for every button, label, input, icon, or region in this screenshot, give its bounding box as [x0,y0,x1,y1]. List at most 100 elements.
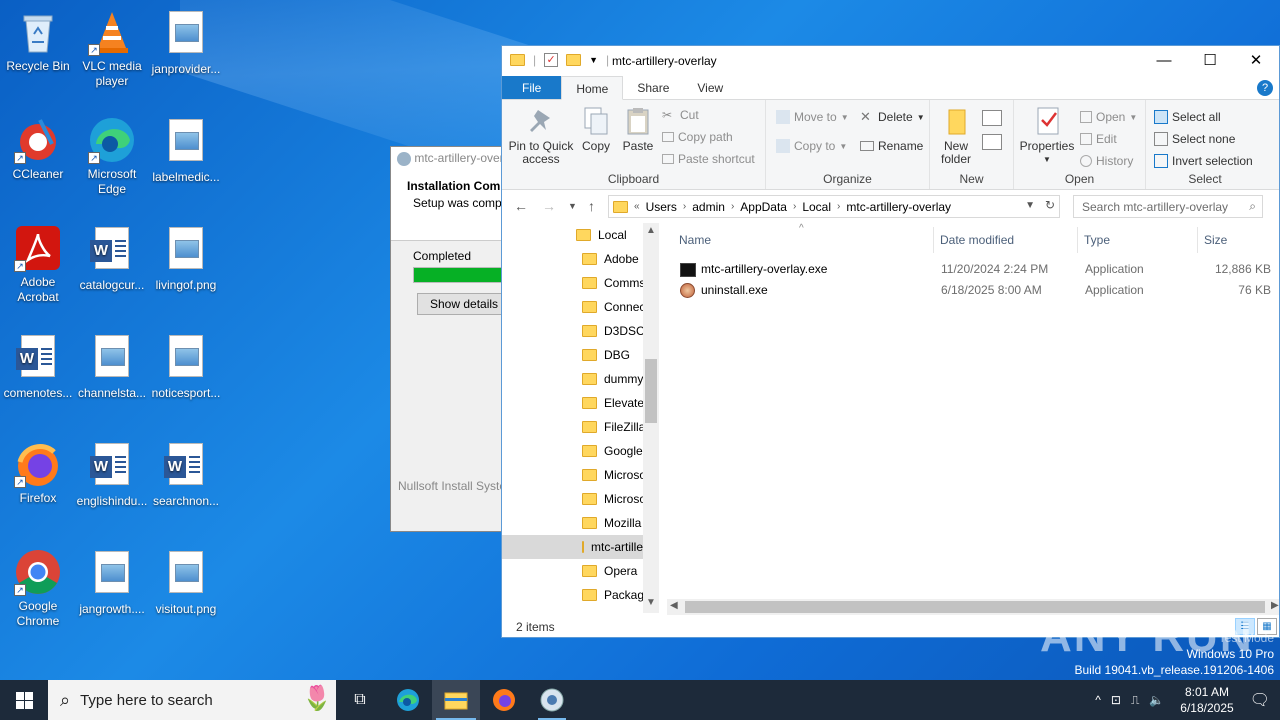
tab-share[interactable]: Share [623,76,683,99]
desktop-icon-comenotes[interactable]: W comenotes... [0,332,76,401]
nav-scrollbar[interactable]: ▲ ▼ [643,223,659,613]
column-header-type[interactable]: Type [1084,233,1110,249]
tab-file[interactable]: File [502,76,562,99]
maximize-button[interactable]: ☐ [1187,46,1233,76]
desktop-icon-englishindu[interactable]: W englishindu... [74,440,150,509]
scroll-down-arrow-icon[interactable]: ▼ [646,597,656,608]
taskbar-edge-icon[interactable] [384,680,432,720]
sidebar-item-folder[interactable]: Adobe [582,247,639,271]
address-overflow[interactable]: « [634,201,640,212]
properties-check-icon[interactable]: ✓ [544,53,559,67]
paste-shortcut-button[interactable]: Paste shortcut [662,152,755,166]
column-header-name[interactable]: Name [679,233,711,249]
taskbar-installer-icon[interactable] [528,680,576,720]
sidebar-item-folder[interactable]: FileZilla [582,415,645,439]
desktop-icon-acrobat[interactable]: ↗ Adobe Acrobat [0,224,76,305]
sidebar-item-folder[interactable]: Google [582,439,643,463]
easy-access-icon[interactable] [982,134,1002,150]
tab-home[interactable]: Home [561,76,624,100]
search-box[interactable]: Search mtc-artillery-overlay ⌕ [1073,195,1263,218]
address-dropdown-chevron-icon[interactable]: ▼ [1025,200,1035,211]
desktop-icon-vlc[interactable]: ↗ VLC media player [74,8,150,89]
desktop-icon-searchnon[interactable]: W searchnon... [148,440,224,509]
copy-to-button[interactable]: Copy to ▼ [776,139,847,153]
crumb-mtc-artillery-overlay[interactable]: mtc-artillery-overlay [846,200,951,214]
history-button[interactable]: History [1080,154,1133,168]
crumb-users[interactable]: Users [646,200,677,214]
edit-button[interactable]: Edit [1080,132,1117,146]
installer-titlebar[interactable]: mtc-artillery-overlay [391,147,509,171]
customize-qat-chevron-icon[interactable]: ▼ [589,55,598,65]
column-header-date[interactable]: Date modified [940,233,1014,249]
paste-button[interactable]: Paste [618,106,658,153]
cut-button[interactable]: ✂ Cut [662,108,699,122]
desktop-icon-firefox[interactable]: ↗ Firefox [0,440,76,506]
delete-button[interactable]: ✕ Delete ▼ [860,110,925,125]
refresh-icon[interactable]: ↻ [1045,198,1055,212]
task-view-icon[interactable]: ⧉ [336,680,384,720]
scroll-up-arrow-icon[interactable]: ▲ [646,225,656,236]
column-header-size[interactable]: Size [1204,233,1227,249]
explorer-window[interactable]: | ✓ ▼ | mtc-artillery-overlay — ☐ ✕ File… [501,45,1280,638]
show-details-button[interactable]: Show details [417,293,507,315]
desktop-icon-ccleaner[interactable]: ↗ CCleaner [0,116,76,182]
help-icon[interactable]: ? [1257,80,1273,96]
forward-arrow-icon[interactable]: → [542,198,556,214]
crumb-appdata[interactable]: AppData [740,200,787,214]
desktop-icon-janprovider[interactable]: janprovider... [148,8,224,77]
sidebar-item-folder[interactable]: dummy [582,367,643,391]
crumb-separator-icon[interactable]: › [793,201,796,212]
volume-icon[interactable]: 🔈 [1149,693,1164,707]
start-button[interactable] [0,680,48,720]
nav-scroll-thumb[interactable] [645,359,657,423]
up-arrow-icon[interactable]: ↑ [588,198,595,214]
select-all-button[interactable]: Select all [1154,110,1221,124]
table-row[interactable]: uninstall.exe 6/18/2025 8:00 AM Applicat… [675,280,1271,301]
network-device-icon[interactable]: ⊡ [1111,693,1121,707]
scroll-left-arrow-icon[interactable]: ◀ [670,600,678,611]
desktop-icon-livingof[interactable]: livingof.png [148,224,224,293]
select-none-button[interactable]: Select none [1154,132,1235,146]
crumb-separator-icon[interactable]: › [683,201,686,212]
close-button[interactable]: ✕ [1233,46,1279,76]
scroll-right-arrow-icon[interactable]: ▶ [1271,600,1279,611]
desktop-icon-channelsta[interactable]: channelsta... [74,332,150,401]
network-icon[interactable]: ⎍ [1131,693,1139,708]
crumb-separator-icon[interactable]: › [731,201,734,212]
crumb-separator-icon[interactable]: › [837,201,840,212]
copy-button[interactable]: Copy [578,106,614,153]
back-arrow-icon[interactable]: ← [514,198,528,214]
desktop-icon-labelmedic[interactable]: labelmedic... [148,116,224,185]
sidebar-item-folder[interactable]: Mozilla [582,511,641,535]
clock[interactable]: 8:01 AM 6/18/2025 [1174,684,1239,716]
minimize-button[interactable]: — [1141,46,1187,76]
taskbar-file-explorer-icon[interactable] [432,680,480,720]
desktop-icon-visitout[interactable]: visitout.png [148,548,224,617]
move-to-button[interactable]: Move to ▼ [776,110,849,124]
taskbar-search[interactable]: ⌕ Type here to search 🌷 [48,680,336,720]
desktop-icon-noticesport[interactable]: noticesport... [148,332,224,401]
crumb-local[interactable]: Local [802,200,831,214]
nav-item-local[interactable]: Local [576,223,627,247]
installer-window[interactable]: mtc-artillery-overlay Installation Compl… [390,146,510,532]
sidebar-item-folder[interactable]: DBG [582,343,630,367]
pin-quick-access-button[interactable]: Pin to Quick access [508,106,574,166]
tab-view[interactable]: View [683,76,737,99]
desktop-icon-chrome[interactable]: ↗ Google Chrome [0,548,76,629]
new-item-icon[interactable] [982,110,1002,126]
crumb-admin[interactable]: admin [692,200,725,214]
desktop-icon-jangrowth[interactable]: jangrowth.... [74,548,150,617]
notifications-icon[interactable]: 🗨 [1250,690,1270,710]
new-folder-button[interactable]: New folder [936,106,976,166]
sidebar-item-folder[interactable]: Opera [582,559,637,583]
desktop-icon-catalogcur[interactable]: W catalogcur... [74,224,150,293]
copy-path-button[interactable]: Copy path [662,130,733,144]
explorer-titlebar[interactable]: | ✓ ▼ | mtc-artillery-overlay — ☐ ✕ [502,46,1279,76]
recent-locations-chevron-icon[interactable]: ▼ [568,201,577,211]
invert-selection-button[interactable]: Invert selection [1154,154,1253,168]
new-folder-qat-icon[interactable] [566,54,582,66]
rename-button[interactable]: Rename [860,139,923,153]
properties-button[interactable]: Properties ▼ [1018,106,1076,166]
sidebar-item-folder[interactable]: Comms [582,271,645,295]
desktop-icon-edge[interactable]: ↗ Microsoft Edge [74,116,150,197]
